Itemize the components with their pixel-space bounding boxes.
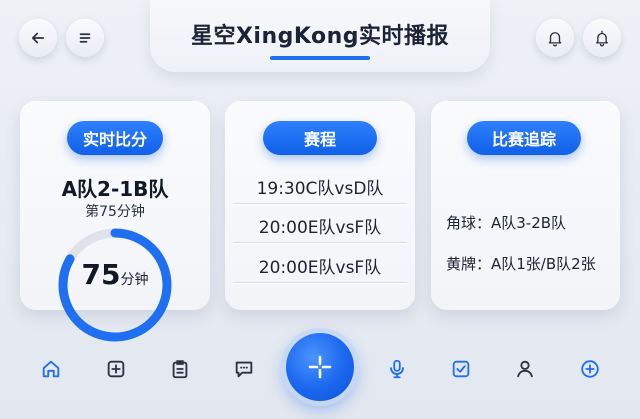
microphone-icon xyxy=(390,359,404,379)
schedule-item[interactable]: 19:30C队vsD队 xyxy=(225,174,415,199)
menu-lines-icon xyxy=(79,33,91,43)
schedule-item[interactable]: 20:00E队vsF队 xyxy=(225,213,415,238)
live-score-card: 实时比分 A队2-1B队 第75分钟 75分钟 xyxy=(20,101,210,342)
home-icon xyxy=(42,360,60,378)
schedule-card: 赛程 19:30C队vsD队 20:00E队vsF队 20:00E队vsF队 xyxy=(225,101,415,310)
divider xyxy=(233,282,407,283)
arrow-left-icon xyxy=(31,32,45,44)
alert-button[interactable] xyxy=(583,19,621,57)
nav-check[interactable] xyxy=(449,357,473,381)
schedule-pill[interactable]: 赛程 xyxy=(263,121,377,155)
user-icon xyxy=(517,360,533,378)
nav-user[interactable] xyxy=(513,357,537,381)
notification-button[interactable] xyxy=(536,19,574,57)
bell-icon xyxy=(548,32,562,47)
progress-readout: 75分钟 xyxy=(55,258,175,291)
tracking-card: 比赛追踪 角球：A队3-2B队 黄牌：A队1张/B队2张 xyxy=(431,101,620,310)
bell-outline-icon xyxy=(596,30,608,47)
progress-value: 75 xyxy=(81,258,121,291)
yellow-cards-stat: 黄牌：A队1张/B队2张 xyxy=(446,255,596,273)
nav-add-circle[interactable] xyxy=(578,357,602,381)
center-action-button[interactable] xyxy=(286,333,354,401)
corners-stat: 角球：A队3-2B队 xyxy=(446,214,567,232)
menu-button[interactable] xyxy=(66,19,104,57)
chat-icon xyxy=(235,361,253,378)
add-circle-icon xyxy=(581,360,599,378)
back-button[interactable] xyxy=(19,19,57,57)
title-underline xyxy=(270,56,370,60)
match-score: A队2-1B队 xyxy=(61,177,169,201)
checkbox-icon xyxy=(452,360,470,378)
clipboard-icon xyxy=(172,360,188,379)
progress-unit: 分钟 xyxy=(120,272,149,288)
center-plus-icon xyxy=(308,355,332,379)
nav-home[interactable] xyxy=(39,357,63,381)
divider xyxy=(233,203,407,204)
divider xyxy=(233,242,407,243)
live-score-pill[interactable]: 实时比分 xyxy=(67,121,163,155)
page-title: 星空XingKong实时播报 xyxy=(190,24,450,49)
match-minute: 第75分钟 xyxy=(85,204,145,220)
tracking-pill[interactable]: 比赛追踪 xyxy=(467,121,581,155)
nav-clipboard[interactable] xyxy=(168,357,192,381)
nav-add[interactable] xyxy=(104,357,128,381)
nav-microphone[interactable] xyxy=(385,357,409,381)
nav-chat[interactable] xyxy=(232,357,256,381)
schedule-item[interactable]: 20:00E队vsF队 xyxy=(225,253,415,278)
add-square-icon xyxy=(107,360,125,378)
